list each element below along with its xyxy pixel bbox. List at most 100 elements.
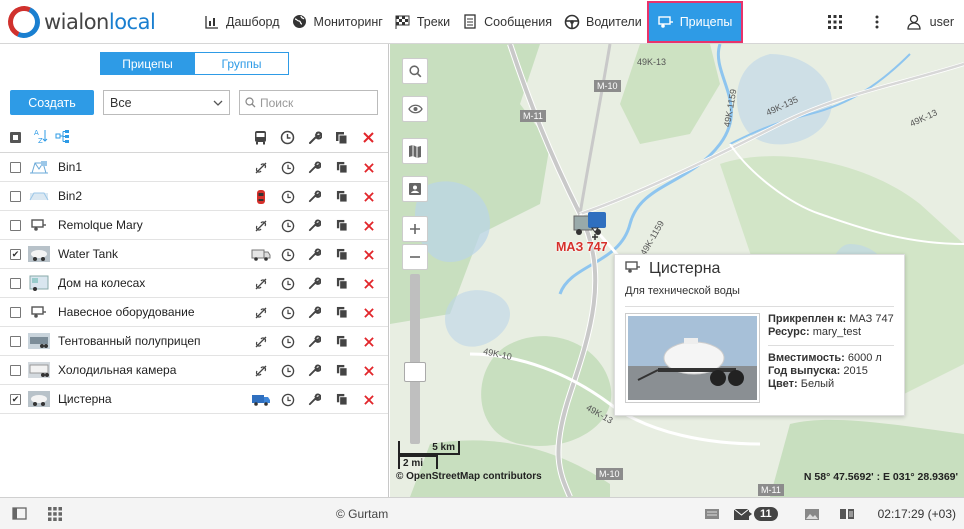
clock-icon[interactable] — [274, 298, 301, 327]
delete-icon[interactable] — [355, 211, 382, 240]
unlink-icon[interactable] — [247, 211, 274, 240]
row-checkbox[interactable] — [10, 306, 21, 318]
delete-icon[interactable] — [355, 240, 382, 269]
tree-structure-icon[interactable] — [55, 129, 71, 146]
clock-icon[interactable] — [274, 356, 301, 385]
zoom-out-button[interactable] — [402, 244, 428, 270]
row-checkbox[interactable] — [10, 364, 21, 376]
bus-icon[interactable] — [247, 123, 274, 152]
wrench-icon[interactable] — [301, 298, 328, 327]
tab-groups[interactable]: Группы — [194, 52, 289, 75]
copy-icon[interactable] — [328, 123, 355, 152]
filter-select[interactable]: Все — [103, 90, 230, 115]
map-attribution[interactable]: © OpenStreetMap contributors — [396, 471, 542, 482]
copy-icon[interactable] — [328, 182, 355, 211]
delete-icon[interactable] — [355, 327, 382, 356]
list-item[interactable]: Дом на колесах — [0, 269, 388, 298]
unlink-icon[interactable] — [247, 298, 274, 327]
nav-dashboard[interactable]: Дашборд — [198, 0, 286, 44]
white-truck-icon[interactable] — [247, 240, 274, 269]
delete-icon[interactable] — [355, 385, 382, 414]
nav-messages[interactable]: Сообщения — [456, 0, 558, 44]
wrench-icon[interactable] — [301, 385, 328, 414]
clock-icon[interactable] — [274, 182, 301, 211]
list-item[interactable]: ✔ Цистерна — [0, 385, 388, 414]
apps-grid-icon[interactable] — [814, 0, 856, 44]
tray-icon[interactable] — [695, 498, 729, 529]
map-layers-button[interactable] — [402, 138, 428, 164]
wrench-icon[interactable] — [301, 182, 328, 211]
create-button[interactable]: Создать — [10, 90, 94, 115]
list-item[interactable]: Холодильная камера — [0, 356, 388, 385]
list-item[interactable]: Remolque Mary — [0, 211, 388, 240]
more-vertical-icon[interactable] — [856, 0, 898, 44]
notifications-icon[interactable] — [729, 498, 757, 529]
nav-trailers[interactable]: Прицепы — [646, 0, 744, 43]
nav-monitoring[interactable]: Мониторинг — [286, 0, 389, 44]
wrench-icon[interactable] — [301, 153, 328, 182]
unlink-icon[interactable] — [247, 153, 274, 182]
clock-icon[interactable] — [274, 123, 301, 152]
red-car-icon[interactable] — [247, 182, 274, 211]
delete-icon[interactable] — [355, 153, 382, 182]
delete-icon[interactable] — [355, 298, 382, 327]
wrench-icon[interactable] — [301, 356, 328, 385]
zoom-in-button[interactable] — [402, 216, 428, 242]
row-checkbox[interactable] — [10, 190, 21, 202]
unlink-icon[interactable] — [247, 356, 274, 385]
copy-icon[interactable] — [328, 327, 355, 356]
wrench-icon[interactable] — [301, 123, 328, 152]
search-input[interactable] — [260, 95, 370, 110]
list-item[interactable]: Bin1 — [0, 153, 388, 182]
wrench-icon[interactable] — [301, 269, 328, 298]
clock-icon[interactable] — [274, 211, 301, 240]
copy-icon[interactable] — [328, 153, 355, 182]
panel-toggle-icon[interactable] — [6, 498, 32, 529]
clock-icon[interactable] — [274, 327, 301, 356]
nav-drivers[interactable]: Водители — [558, 0, 648, 44]
wrench-icon[interactable] — [301, 327, 328, 356]
map-search-button[interactable] — [402, 58, 428, 84]
map-view[interactable]: 49K-13 M-10 M-11 49K-1159 49K-135 49K-13… — [390, 44, 964, 497]
logo[interactable]: wialonlocal — [3, 0, 198, 44]
copy-icon[interactable] — [328, 240, 355, 269]
grid-icon[interactable] — [42, 498, 68, 529]
delete-icon[interactable] — [355, 123, 382, 152]
clock-icon[interactable] — [274, 385, 301, 414]
row-checkbox[interactable]: ✔ — [10, 393, 21, 405]
user-name[interactable]: user — [930, 15, 954, 29]
search-box[interactable] — [239, 90, 378, 115]
blue-truck-icon[interactable] — [247, 385, 274, 414]
list-item[interactable]: ✔ Water Tank — [0, 240, 388, 269]
delete-icon[interactable] — [355, 269, 382, 298]
list-item[interactable]: Навесное оборудование — [0, 298, 388, 327]
sort-az-icon[interactable]: AZ — [33, 128, 49, 147]
list-item[interactable]: Тентованный полуприцеп — [0, 327, 388, 356]
clock-icon[interactable] — [274, 269, 301, 298]
clock-icon[interactable] — [274, 153, 301, 182]
image-icon[interactable] — [794, 498, 830, 529]
copy-icon[interactable] — [328, 356, 355, 385]
user-icon[interactable] — [898, 0, 930, 44]
delete-icon[interactable] — [355, 356, 382, 385]
book-icon[interactable] — [830, 498, 864, 529]
row-checkbox[interactable]: ✔ — [10, 248, 21, 260]
copy-icon[interactable] — [328, 269, 355, 298]
row-checkbox[interactable] — [10, 277, 21, 289]
unit-label[interactable]: МАЗ 747 — [556, 240, 608, 254]
map-contact-button[interactable] — [402, 176, 428, 202]
list-item[interactable]: Bin2 — [0, 182, 388, 211]
copy-icon[interactable] — [328, 298, 355, 327]
notifications-badge[interactable]: 11 — [753, 507, 778, 521]
row-checkbox[interactable] — [10, 161, 21, 173]
zoom-slider-track[interactable] — [410, 274, 420, 444]
select-all-checkbox[interactable] — [10, 132, 21, 143]
unlink-icon[interactable] — [247, 327, 274, 356]
nav-tracks[interactable]: Треки — [389, 0, 456, 44]
wrench-icon[interactable] — [301, 240, 328, 269]
unlink-icon[interactable] — [247, 269, 274, 298]
delete-icon[interactable] — [355, 182, 382, 211]
copy-icon[interactable] — [328, 211, 355, 240]
zoom-slider-handle[interactable] — [404, 362, 426, 382]
row-checkbox[interactable] — [10, 219, 21, 231]
